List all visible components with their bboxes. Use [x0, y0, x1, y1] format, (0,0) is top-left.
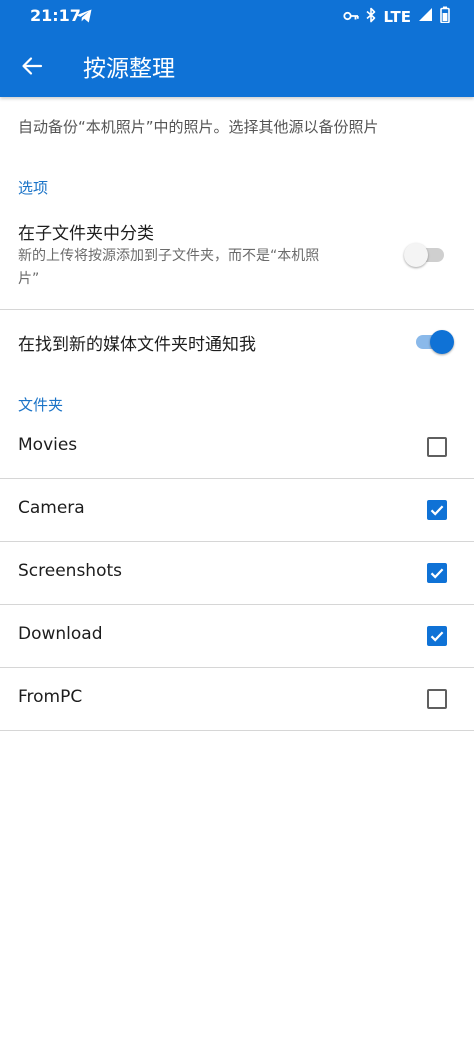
- folder-row-screenshots[interactable]: Screenshots: [0, 542, 474, 604]
- switch-thumb: [430, 330, 454, 354]
- folder-label: Download: [18, 624, 103, 644]
- network-type: LTE: [383, 7, 411, 26]
- folder-label: Screenshots: [18, 561, 123, 581]
- signal-icon: [418, 7, 433, 26]
- folder-checkbox[interactable]: [427, 626, 447, 646]
- status-icons: LTE: [343, 6, 450, 27]
- subfolder-switch[interactable]: [404, 243, 448, 267]
- folder-checkbox[interactable]: [427, 437, 447, 457]
- check-icon: [430, 631, 444, 642]
- telegram-send-icon: [76, 8, 92, 27]
- app-bar: 21:17 LTE 按源整理: [0, 0, 474, 97]
- status-time: 21:17: [30, 6, 81, 25]
- notify-pref-title: 在找到新的媒体文件夹时通知我: [18, 335, 256, 355]
- folder-row-frompc[interactable]: FromPC: [0, 668, 474, 730]
- check-icon: [430, 505, 444, 516]
- battery-icon: [440, 6, 450, 27]
- folder-row-movies[interactable]: Movies: [0, 416, 474, 478]
- switch-thumb: [404, 243, 428, 267]
- page-title: 按源整理: [83, 56, 175, 82]
- divider: [0, 309, 474, 310]
- status-bar: 21:17 LTE: [0, 0, 474, 32]
- vpn-key-icon: [343, 7, 360, 26]
- subfolder-pref-summary-line2: 片”: [18, 271, 40, 287]
- folder-row-camera[interactable]: Camera: [0, 479, 474, 541]
- folder-label: Camera: [18, 498, 85, 518]
- folder-checkbox[interactable]: [427, 689, 447, 709]
- check-icon: [430, 568, 444, 579]
- description-text: 自动备份“本机照片”中的照片。选择其他源以备份照片: [18, 118, 379, 136]
- subfolder-pref-title: 在子文件夹中分类: [18, 224, 154, 244]
- divider: [0, 730, 474, 731]
- bluetooth-icon: [366, 7, 376, 27]
- folder-checkbox[interactable]: [427, 563, 447, 583]
- notify-switch[interactable]: [414, 330, 454, 354]
- back-button[interactable]: [10, 44, 54, 88]
- folder-label: Movies: [18, 435, 78, 455]
- folder-label: FromPC: [18, 687, 83, 707]
- subfolder-pref-summary-line1: 新的上传将按源添加到子文件夹，而不是“本机照: [18, 248, 320, 264]
- section-title-folders: 文件夹: [18, 396, 64, 414]
- folder-row-download[interactable]: Download: [0, 605, 474, 667]
- section-title-options: 选项: [18, 179, 49, 197]
- folder-checkbox[interactable]: [427, 500, 447, 520]
- arrow-left-icon: [22, 57, 43, 75]
